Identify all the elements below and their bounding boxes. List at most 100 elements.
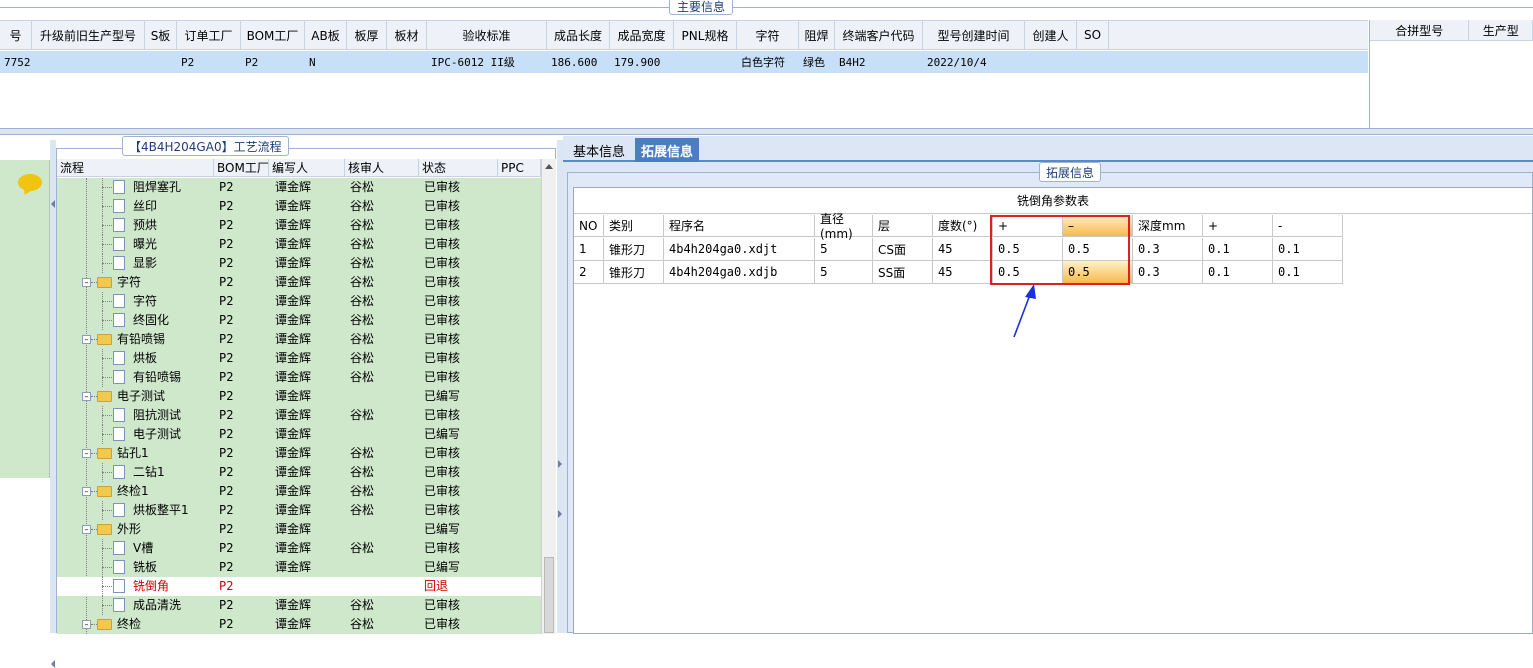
collapse-left-icon[interactable]: [51, 660, 55, 668]
process-row[interactable]: 预烘 P2 谭金辉 谷松 已审核: [57, 216, 541, 235]
param-col-header[interactable]: 深度mm: [1133, 215, 1203, 237]
param-cell[interactable]: SS面: [873, 261, 933, 284]
param-cell[interactable]: 0.1: [1273, 261, 1343, 284]
scroll-up-icon[interactable]: [545, 164, 553, 169]
param-cell[interactable]: 1: [574, 238, 604, 261]
process-row[interactable]: V槽 P2 谭金辉 谷松 已审核: [57, 539, 541, 558]
main-col-header[interactable]: BOM工厂: [241, 21, 305, 49]
process-bom: P2: [219, 313, 234, 327]
param-cell[interactable]: 5: [815, 238, 873, 261]
process-row[interactable]: – 终检1 P2 谭金辉 谷松 已审核: [57, 482, 541, 501]
main-col-header[interactable]: 型号创建时间: [923, 21, 1025, 49]
process-tree[interactable]: 阻焊塞孔 P2 谭金辉 谷松 已审核 丝印 P2 谭金辉 谷松 已审核 预烘 P2 谭金辉 谷松 已审核 曝光…: [57, 178, 541, 634]
main-col-header[interactable]: AB板: [305, 21, 347, 49]
collapse-toggle-icon[interactable]: –: [82, 525, 91, 534]
param-cell[interactable]: 0.3: [1133, 261, 1203, 284]
process-row[interactable]: – 电子测试 P2 谭金辉 已编写: [57, 387, 541, 406]
main-col-header[interactable]: 板材: [387, 21, 427, 49]
tab-extended-info[interactable]: 拓展信息: [635, 138, 700, 162]
main-col-header[interactable]: SO: [1077, 21, 1109, 49]
param-cell[interactable]: 0.1: [1273, 238, 1343, 261]
process-row[interactable]: – 字符 P2 谭金辉 谷松 已审核: [57, 273, 541, 292]
main-col-header[interactable]: 升级前旧生产型号: [32, 21, 145, 49]
process-row[interactable]: 铣板 P2 谭金辉 已编写: [57, 558, 541, 577]
process-row[interactable]: 丝印 P2 谭金辉 谷松 已审核: [57, 197, 541, 216]
process-row-selected[interactable]: 铣倒角 P2 回退: [57, 577, 541, 596]
process-row[interactable]: 阻抗测试 P2 谭金辉 谷松 已审核: [57, 406, 541, 425]
collapse-left-icon[interactable]: [51, 200, 55, 208]
param-cell[interactable]: 0.3: [1133, 238, 1203, 261]
param-col-header[interactable]: -: [1273, 215, 1343, 237]
process-row[interactable]: 字符 P2 谭金辉 谷松 已审核: [57, 292, 541, 311]
param-col-header[interactable]: 程序名: [664, 215, 815, 237]
process-row[interactable]: – 外形 P2 谭金辉 已编写: [57, 520, 541, 539]
process-col-header[interactable]: BOM工厂: [214, 159, 269, 176]
param-col-header[interactable]: 度数(°): [933, 215, 993, 237]
main-col-header[interactable]: 字符: [737, 21, 799, 49]
main-col-header[interactable]: 订单工厂: [177, 21, 241, 49]
main-col-header[interactable]: 成品宽度: [610, 21, 674, 49]
main-col-header[interactable]: 验收标准: [427, 21, 547, 49]
process-scrollbar[interactable]: [541, 159, 556, 634]
collapse-right-icon[interactable]: [558, 510, 562, 518]
param-cell[interactable]: 4b4h204ga0.xdjt: [664, 238, 815, 261]
collapse-toggle-icon[interactable]: –: [82, 449, 91, 458]
param-cell[interactable]: 锥形刀: [604, 238, 664, 261]
collapse-toggle-icon[interactable]: –: [82, 620, 91, 629]
scrollbar-thumb[interactable]: [544, 557, 554, 633]
process-row[interactable]: 二钻1 P2 谭金辉 谷松 已审核: [57, 463, 541, 482]
param-col-header[interactable]: 类别: [604, 215, 664, 237]
collapse-toggle-icon[interactable]: –: [82, 335, 91, 344]
param-cell[interactable]: 2: [574, 261, 604, 284]
collapse-toggle-icon[interactable]: –: [82, 392, 91, 401]
main-col-header[interactable]: 阻焊: [799, 21, 835, 49]
process-col-header[interactable]: PPC: [498, 159, 541, 176]
param-cell[interactable]: 0.1: [1203, 261, 1273, 284]
main-grid-row[interactable]: 7752 P2 P2 N IPC-6012 II级 186.600 179.900 白色字符 绿…: [0, 51, 1368, 73]
param-cell[interactable]: 4b4h204ga0.xdjb: [664, 261, 815, 284]
process-row[interactable]: – 有铅喷锡 P2 谭金辉 谷松 已审核: [57, 330, 541, 349]
main-col-header[interactable]: 号: [0, 21, 32, 49]
collapse-toggle-icon[interactable]: –: [82, 487, 91, 496]
collapse-right-icon[interactable]: [558, 460, 562, 468]
param-cell[interactable]: 0.1: [1203, 238, 1273, 261]
chat-bubble-icon[interactable]: [18, 174, 42, 191]
annotation-highlight-box: [990, 215, 1130, 285]
process-col-header[interactable]: 核审人: [345, 159, 419, 176]
process-row[interactable]: 曝光 P2 谭金辉 谷松 已审核: [57, 235, 541, 254]
main-col-header[interactable]: 终端客户代码: [835, 21, 923, 49]
param-cell[interactable]: CS面: [873, 238, 933, 261]
process-row[interactable]: 电子测试 P2 谭金辉 已编写: [57, 425, 541, 444]
main-cell: IPC-6012 II级: [431, 56, 515, 69]
process-row[interactable]: 成品清洗 P2 谭金辉 谷松 已审核: [57, 596, 541, 615]
process-row[interactable]: 显影 P2 谭金辉 谷松 已审核: [57, 254, 541, 273]
main-col-header[interactable]: 成品长度: [547, 21, 610, 49]
param-col-header[interactable]: NO: [574, 215, 604, 237]
param-col-header[interactable]: 层: [873, 215, 933, 237]
param-cell[interactable]: 45: [933, 238, 993, 261]
process-row[interactable]: 烘板整平1 P2 谭金辉 谷松 已审核: [57, 501, 541, 520]
process-row[interactable]: 阻焊塞孔 P2 谭金辉 谷松 已审核: [57, 178, 541, 197]
param-col-header[interactable]: +: [1203, 215, 1273, 237]
horizontal-splitter[interactable]: [0, 128, 1533, 135]
process-row[interactable]: 烘板 P2 谭金辉 谷松 已审核: [57, 349, 541, 368]
collapse-toggle-icon[interactable]: –: [82, 278, 91, 287]
param-col-header[interactable]: 直径(mm): [815, 212, 873, 241]
process-row[interactable]: – 终检 P2 谭金辉 谷松 已审核: [57, 615, 541, 634]
process-col-header[interactable]: 编写人: [269, 159, 345, 176]
process-row[interactable]: – 钻孔1 P2 谭金辉 谷松 已审核: [57, 444, 541, 463]
merge-col-header[interactable]: 生产型: [1469, 20, 1533, 40]
process-row[interactable]: 终固化 P2 谭金辉 谷松 已审核: [57, 311, 541, 330]
process-col-header[interactable]: 流程: [57, 159, 214, 176]
param-cell[interactable]: 45: [933, 261, 993, 284]
main-col-header[interactable]: S板: [145, 21, 177, 49]
process-row[interactable]: 有铅喷锡 P2 谭金辉 谷松 已审核: [57, 368, 541, 387]
param-cell[interactable]: 锥形刀: [604, 261, 664, 284]
main-col-header[interactable]: 创建人: [1025, 21, 1077, 49]
tab-basic-info[interactable]: 基本信息: [567, 138, 631, 162]
param-cell[interactable]: 5: [815, 261, 873, 284]
process-col-header[interactable]: 状态: [419, 159, 498, 176]
main-col-header[interactable]: PNL规格: [674, 21, 737, 49]
merge-col-header[interactable]: 合拼型号: [1370, 20, 1470, 40]
main-col-header[interactable]: 板厚: [347, 21, 387, 49]
